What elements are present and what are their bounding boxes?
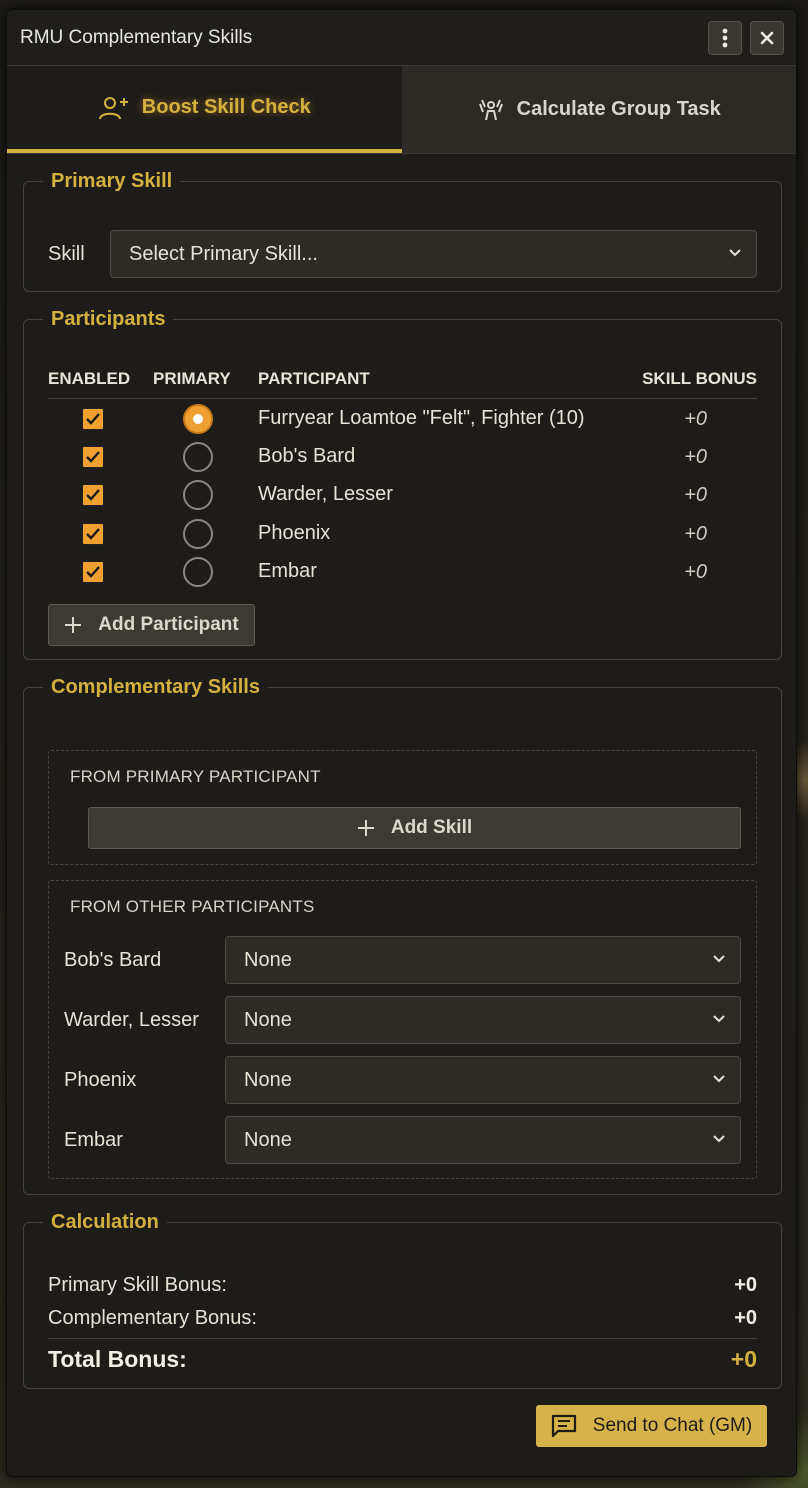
participants-section: Participants ENABLED PRIMARY PARTICIPANT… [23,308,782,660]
add-participant-button[interactable]: Add Participant [48,604,255,646]
complementary-skill-select[interactable]: None [225,1116,741,1164]
total-bonus-label: Total Bonus: [48,1346,187,1372]
tab-label: Boost Skill Check [141,96,311,118]
total-bonus-value: +0 [730,1346,757,1372]
complementary-skills-section: Complementary Skills FROM PRIMARY PARTIC… [23,676,782,1195]
other-participant-name: Bob's Bard [64,949,162,971]
enabled-checkbox[interactable] [82,484,104,506]
participant-bonus: +0 [684,408,707,430]
kebab-menu-icon [722,28,728,47]
skill-label: Skill [48,243,85,265]
primary-bonus-value: +0 [734,1274,757,1296]
button-label: Add Skill [390,817,473,838]
primary-skill-section: Primary Skill Skill Select Primary Skill… [23,170,782,292]
chevron-down-icon [729,249,741,257]
header-skill-bonus: SKILL BONUS [642,369,757,388]
button-label: Send to Chat (GM) [592,1415,753,1436]
from-other-header: FROM OTHER PARTICIPANTS [70,897,315,916]
header-enabled: ENABLED [48,369,131,388]
section-title: Participants [51,308,166,330]
kebab-menu-button[interactable] [708,20,742,55]
participant-name: Furryear Loamtoe "Felt", Fighter (10) [258,407,585,429]
table-row: Phoenix +0 [48,515,757,553]
tab-label: Calculate Group Task [516,98,721,120]
user-plus-icon [98,95,130,121]
complementary-bonus-row: Complementary Bonus: +0 [48,1307,757,1339]
check-icon [86,489,100,501]
enabled-checkbox[interactable] [82,408,104,430]
enabled-checkbox[interactable] [82,523,104,545]
add-skill-button[interactable]: Add Skill [88,807,741,849]
check-icon [86,413,100,425]
complementary-skill-select[interactable]: None [225,936,741,984]
complementary-skills-window: RMU Complementary Skills Boost Skill Che… [6,9,797,1477]
from-primary-box: FROM PRIMARY PARTICIPANT Add Skill [48,750,757,865]
participants-table-header: ENABLED PRIMARY PARTICIPANT SKILL BONUS [48,369,757,399]
check-icon [86,451,100,463]
window-title: RMU Complementary Skills [20,26,253,48]
complementary-bonus-label: Complementary Bonus: [48,1307,257,1329]
chevron-down-icon [713,1015,725,1023]
enabled-checkbox[interactable] [82,561,104,583]
primary-radio[interactable] [183,557,213,587]
from-other-box: FROM OTHER PARTICIPANTS Bob's Bard None … [48,880,757,1179]
primary-radio[interactable] [183,519,213,549]
close-icon [760,31,774,44]
tab-bar: Boost Skill Check Calculate Group Task [7,66,796,154]
complementary-bonus-value: +0 [734,1307,757,1329]
select-value: None [244,1128,292,1151]
other-participant-name: Embar [64,1129,123,1151]
chevron-down-icon [713,955,725,963]
check-icon [86,566,100,578]
section-title: Calculation [51,1211,159,1233]
tab-boost-skill-check[interactable]: Boost Skill Check [7,66,402,153]
check-icon [86,528,100,540]
tab-calculate-group-task[interactable]: Calculate Group Task [401,66,796,153]
other-participant-name: Phoenix [64,1069,137,1091]
participant-name: Bob's Bard [258,445,356,467]
header-participant: PARTICIPANT [258,369,370,388]
chat-message-icon [551,1414,577,1438]
calculation-section: Calculation Primary Skill Bonus: +0 Comp… [23,1211,782,1389]
primary-radio[interactable] [183,480,213,510]
plus-icon [64,616,82,634]
section-title: Complementary Skills [51,676,260,698]
select-value: None [244,1068,292,1091]
participant-bonus: +0 [684,561,707,583]
primary-radio[interactable] [183,404,213,434]
chevron-down-icon [713,1135,725,1143]
participant-bonus: +0 [684,446,707,468]
table-row: Bob's Bard +0 [48,438,757,476]
complementary-skill-select[interactable]: None [225,996,741,1044]
other-participant-name: Warder, Lesser [64,1009,199,1031]
select-value: None [244,948,292,971]
primary-skill-select[interactable]: Select Primary Skill... [110,230,757,278]
complementary-skill-select[interactable]: None [225,1056,741,1104]
participant-name: Warder, Lesser [258,483,393,505]
select-value: None [244,1008,292,1031]
primary-bonus-row: Primary Skill Bonus: +0 [48,1274,757,1297]
chevron-down-icon [713,1075,725,1083]
primary-bonus-label: Primary Skill Bonus: [48,1274,227,1296]
total-bonus-row: Total Bonus: +0 [48,1346,757,1373]
group-cheer-icon [477,98,505,122]
button-label: Add Participant [98,614,239,635]
window-titlebar[interactable]: RMU Complementary Skills [7,10,796,66]
participant-bonus: +0 [684,484,707,506]
plus-icon [357,819,375,837]
participant-name: Embar [258,560,317,582]
primary-radio[interactable] [183,442,213,472]
header-primary: PRIMARY [153,369,231,388]
participant-name: Phoenix [258,522,331,544]
section-title: Primary Skill [51,170,173,192]
send-to-chat-button[interactable]: Send to Chat (GM) [536,1405,767,1447]
close-button[interactable] [750,20,784,55]
table-row: Warder, Lesser +0 [48,476,757,514]
participant-bonus: +0 [684,523,707,545]
table-row: Embar +0 [48,553,757,591]
enabled-checkbox[interactable] [82,446,104,468]
select-value: Select Primary Skill... [129,242,318,265]
table-row: Furryear Loamtoe "Felt", Fighter (10) +0 [48,400,757,438]
from-primary-header: FROM PRIMARY PARTICIPANT [70,767,321,786]
